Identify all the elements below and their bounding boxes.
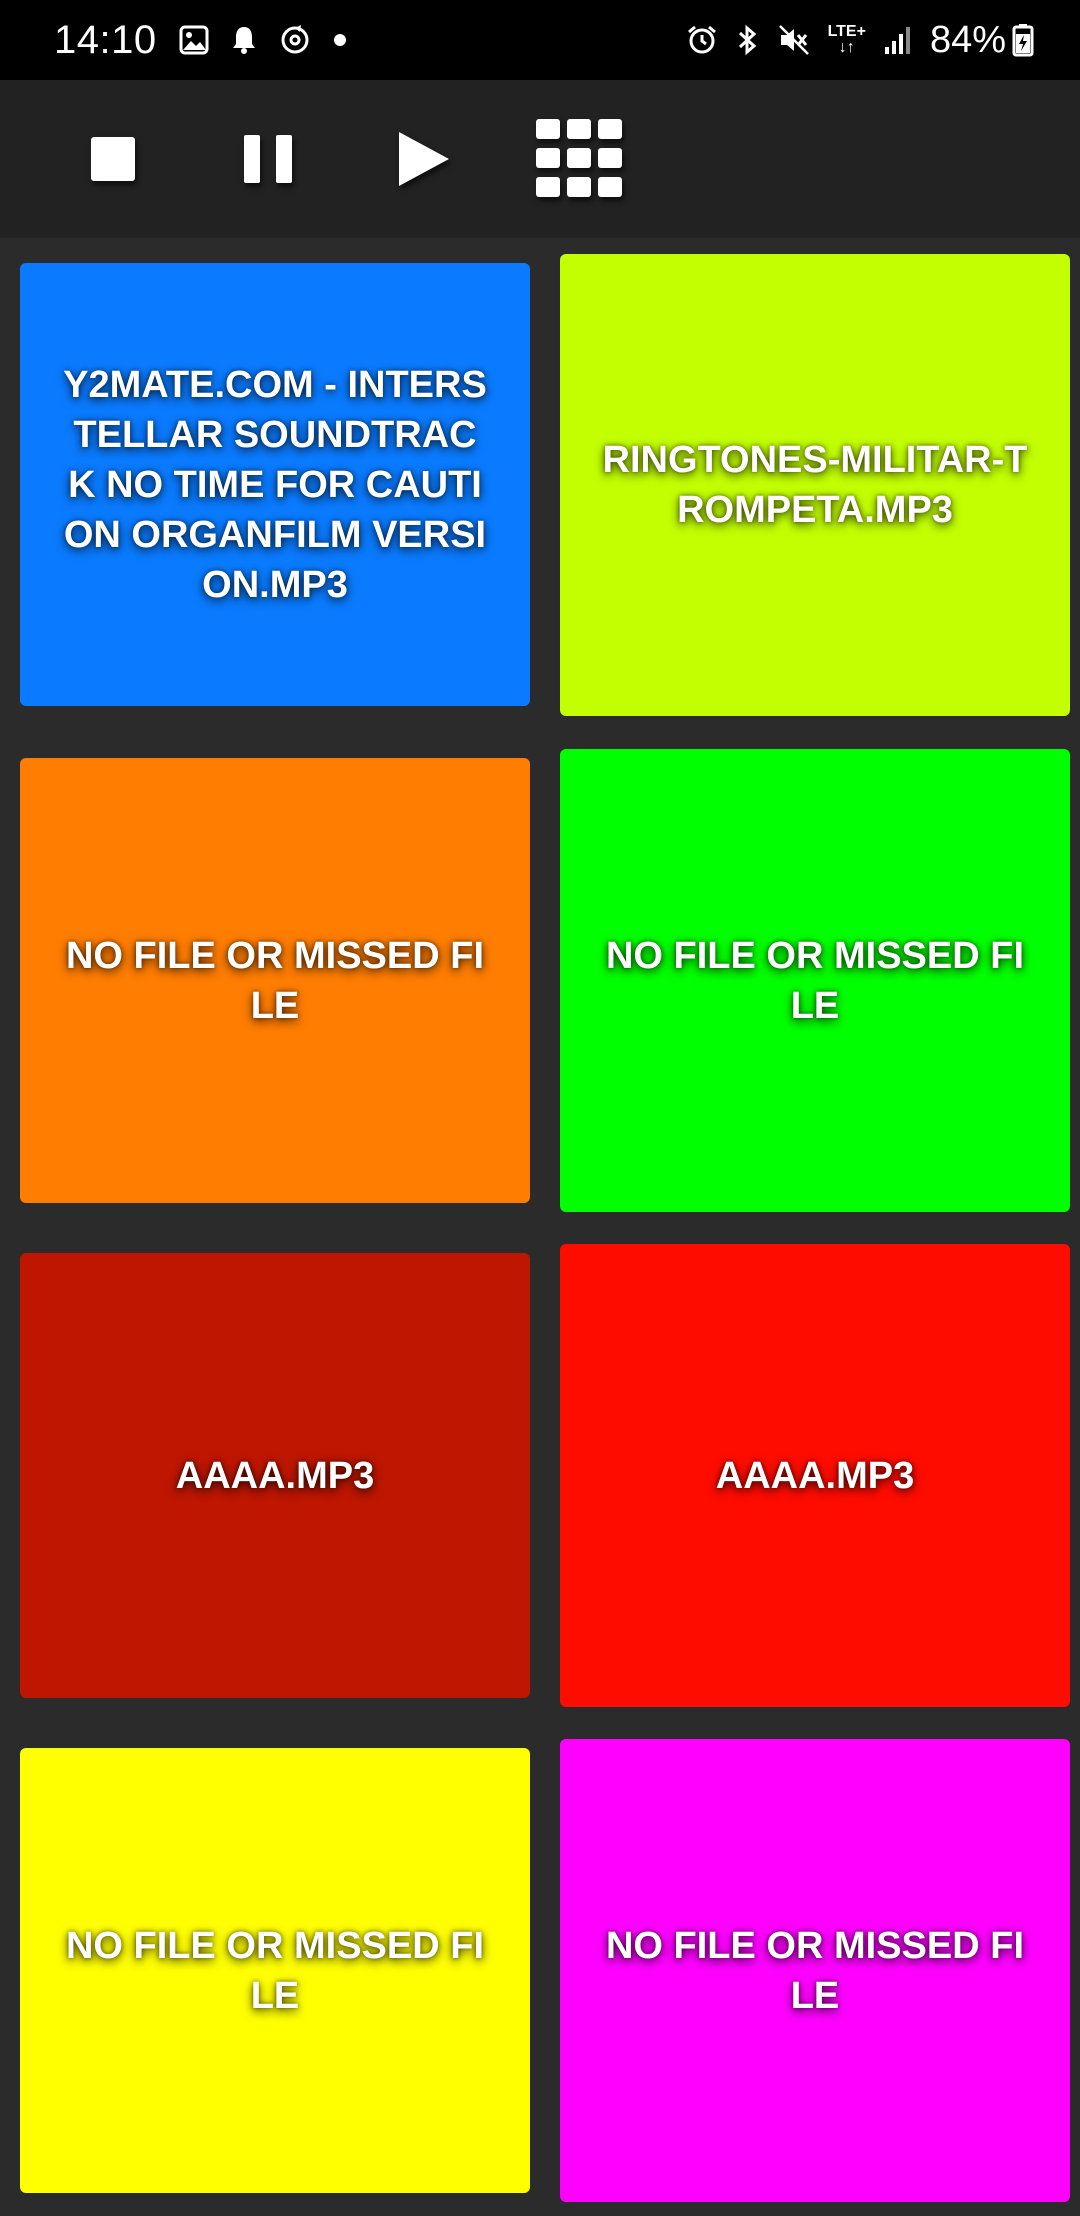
pad-label: AAAA.MP3 bbox=[175, 1454, 375, 1497]
network-type: LTE+ ↓↑ bbox=[827, 23, 866, 56]
pad-label: NO FILE OR MISSED FILE bbox=[65, 934, 485, 1027]
sync-icon bbox=[279, 24, 311, 56]
sound-pad-3[interactable]: NO FILE OR MISSED FILE bbox=[20, 758, 530, 1203]
battery-percent: 84% bbox=[929, 18, 1006, 61]
bell-icon bbox=[231, 25, 257, 55]
stop-icon bbox=[91, 137, 135, 181]
bluetooth-icon bbox=[736, 24, 760, 56]
transport-toolbar bbox=[0, 80, 1080, 238]
pause-button[interactable] bbox=[240, 80, 296, 238]
pad-label: NO FILE OR MISSED FILE bbox=[65, 1924, 485, 2017]
pad-label: AAAA.MP3 bbox=[715, 1454, 915, 1497]
pad-label: NO FILE OR MISSED FILE bbox=[605, 1924, 1025, 2017]
mute-icon bbox=[778, 24, 810, 56]
sound-pad-5[interactable]: AAAA.MP3 bbox=[20, 1253, 530, 1698]
sound-pad-2[interactable]: RINGTONES-MILITAR-TROMPETA.MP3 bbox=[560, 254, 1070, 716]
signal-icon bbox=[884, 25, 912, 55]
status-time: 14:10 bbox=[54, 17, 157, 62]
play-button[interactable] bbox=[393, 80, 453, 238]
alarm-icon bbox=[686, 24, 718, 56]
pause-icon bbox=[244, 135, 292, 183]
dot-icon bbox=[333, 33, 347, 47]
pad-label: Y2MATE.COM - INTERSTELLAR SOUNDTRACK NO … bbox=[63, 363, 487, 606]
sound-pad-7[interactable]: NO FILE OR MISSED FILE bbox=[20, 1748, 530, 2193]
status-bar: 14:10 LTE+ ↓↑ 84% bbox=[0, 0, 1080, 80]
stop-button[interactable] bbox=[83, 80, 143, 238]
grid-icon bbox=[536, 119, 622, 197]
sound-pad-4[interactable]: NO FILE OR MISSED FILE bbox=[560, 749, 1070, 1212]
pad-label: RINGTONES-MILITAR-TROMPETA.MP3 bbox=[602, 439, 1028, 531]
grid-button[interactable] bbox=[536, 80, 622, 238]
play-icon bbox=[399, 132, 449, 186]
sound-pad-6[interactable]: AAAA.MP3 bbox=[560, 1244, 1070, 1707]
pad-label: NO FILE OR MISSED FILE bbox=[605, 934, 1025, 1027]
sound-pad-1[interactable]: Y2MATE.COM - INTERSTELLAR SOUNDTRACK NO … bbox=[20, 263, 530, 706]
battery-icon bbox=[1012, 23, 1034, 57]
gallery-icon bbox=[179, 25, 209, 55]
sound-pad-8[interactable]: NO FILE OR MISSED FILE bbox=[560, 1739, 1070, 2202]
